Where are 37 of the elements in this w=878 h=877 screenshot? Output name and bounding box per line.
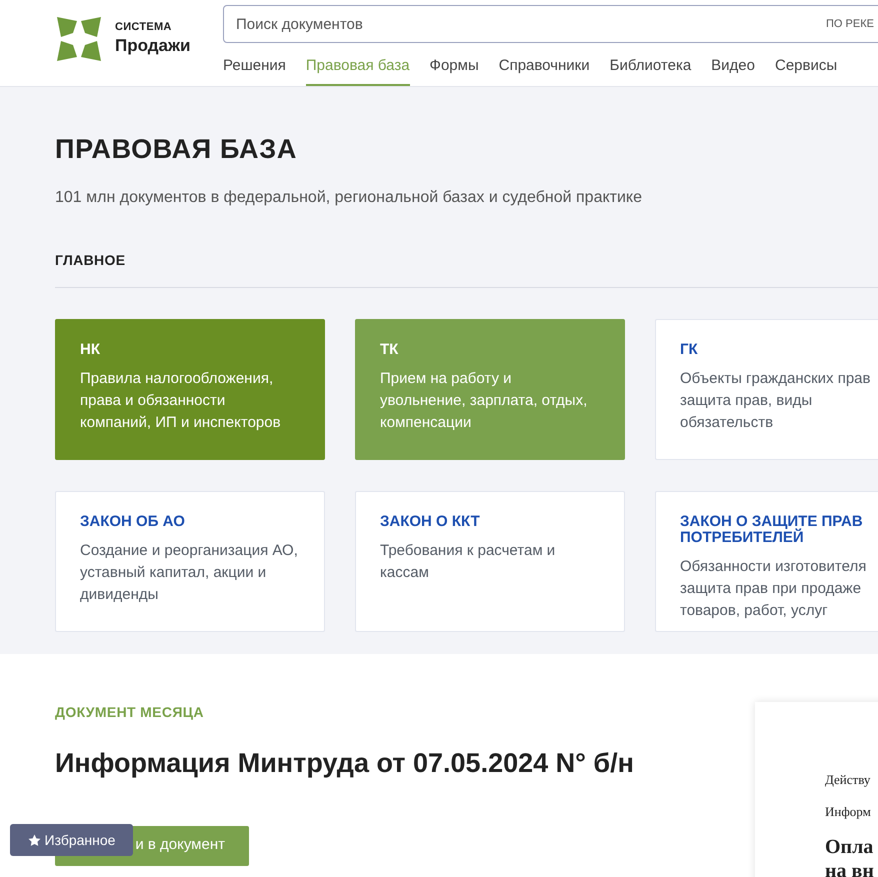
preview-heading: Опла на вн — [825, 835, 875, 877]
page-subtitle: 101 млн документов в федеральной, региональной базах и судебной практике — [55, 188, 643, 208]
card-title: ТК — [380, 342, 400, 358]
nav-tab[interactable]: Сервисы — [775, 55, 838, 86]
category-card[interactable]: ГК Объекты гражданских прав защита прав, виды обязательств — [655, 318, 878, 460]
card-title: ЗАКОН О ККТ — [380, 514, 481, 530]
category-card[interactable]: ЗАКОН ОБ АО Создание и реорганизация АО, уставный капитал, акции и дивиденды — [55, 490, 325, 632]
preview-text: Информ — [825, 802, 872, 821]
category-card[interactable]: НК Правила налогообложения, права и обязанности компаний, ИП и инспекторов — [55, 318, 325, 460]
nav-tab[interactable]: Справочники — [498, 55, 590, 86]
logo-product-text: Продажи — [115, 34, 191, 56]
nav-tab[interactable]: Библиотека — [610, 55, 692, 86]
card-description: Прием на работу и увольнение, зарплата, отдых, компенсации — [380, 368, 588, 432]
card-title: ЗАКОН ОБ АО — [80, 514, 186, 530]
section-heading: ГЛАВНОЕ — [55, 250, 126, 270]
nav-tab[interactable]: Решения — [223, 55, 286, 86]
card-description: Требования к расчетам и кассам — [380, 540, 556, 582]
preview-text: Действу — [825, 771, 872, 789]
nav-tab[interactable]: Формы — [430, 55, 479, 86]
card-description: Объекты гражданских прав защита прав, виды обязательств — [680, 368, 872, 432]
logo-brand-text: СИСТЕМА — [115, 21, 173, 35]
section-label: ДОКУМЕНТ МЕСЯЦА — [55, 703, 205, 722]
card-description: Правила налогообложения, права и обязанности компаний, ИП и инспекторов — [80, 368, 282, 432]
category-card[interactable]: ЗАКОН О ЗАЩИТЕ ПРАВ ПОТРЕБИТЕЛЕЙ Обязанности изготовителя защита прав при продаже товаров, работ, услуг — [655, 490, 878, 632]
nav-tab[interactable]: Видео — [711, 55, 755, 86]
card-description: Создание и реорганизация АО, уставный капитал, акции и дивиденды — [80, 540, 299, 604]
star-icon — [28, 834, 41, 846]
card-title: ЗАКОН О ЗАЩИТЕ ПРАВ ПОТРЕБИТЕЛЕЙ — [680, 514, 864, 546]
page-title: ПРАВОВАЯ БАЗА — [55, 133, 298, 166]
category-card[interactable]: ЗАКОН О ККТ Требования к расчетам и кассам — [355, 490, 625, 632]
card-title: НК — [80, 342, 101, 358]
pinwheel-logo-icon — [55, 14, 103, 62]
card-title: ГК — [680, 342, 699, 358]
document-title: Информация Минтруда от 07.05.2024 N° б/н — [55, 747, 635, 780]
card-description: Обязанности изготовителя защита прав при продаже товаров, работ, услуг — [680, 556, 868, 620]
search-scope-text: ПО РЕКЕ — [826, 17, 874, 31]
favorites-floating-toast[interactable]: Избранное — [10, 824, 133, 856]
